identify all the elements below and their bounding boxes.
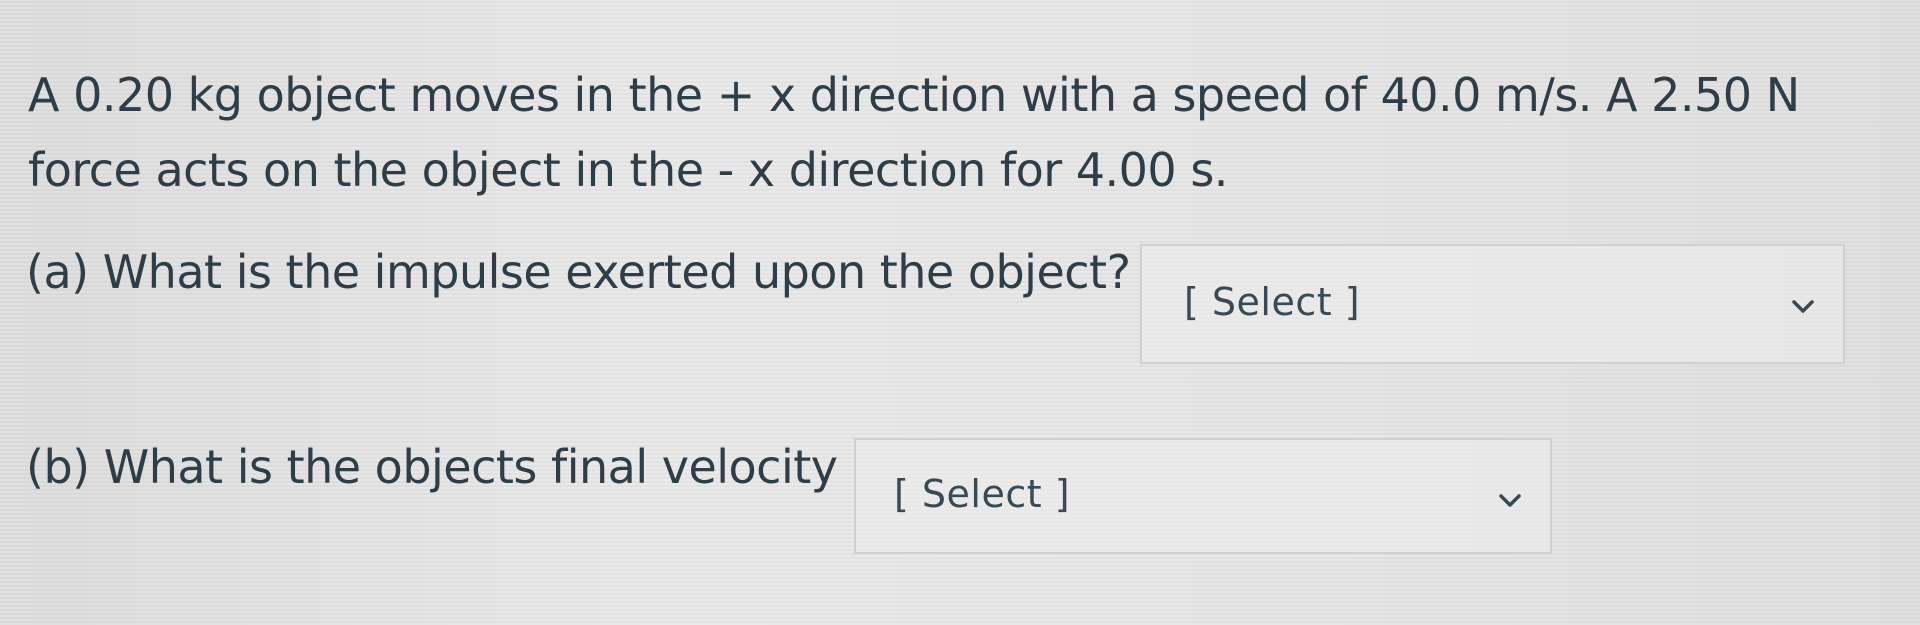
part-b-label: (b) What is the objects final velocity	[26, 440, 838, 494]
part-b-answer-select[interactable]: [ Select ]	[854, 438, 1552, 554]
part-a-answer-select[interactable]: [ Select ]	[1140, 244, 1845, 364]
part-a-row: (a) What is the impulse exerted upon the…	[26, 245, 1131, 299]
chevron-down-icon	[1499, 494, 1521, 507]
part-a-label: (a) What is the impulse exerted upon the…	[26, 245, 1131, 299]
chevron-down-icon	[1792, 300, 1814, 313]
part-a-select-value: [ Select ]	[1184, 280, 1361, 324]
question-line-2: force acts on the object in the - x dire…	[28, 143, 1228, 197]
question-line-1: A 0.20 kg object moves in the + x direct…	[28, 68, 1800, 122]
question-prompt: A 0.20 kg object moves in the + x direct…	[28, 58, 1848, 208]
part-b-select-value: [ Select ]	[894, 472, 1071, 516]
quiz-question-screen: A 0.20 kg object moves in the + x direct…	[0, 0, 1920, 625]
part-b-row: (b) What is the objects final velocity	[26, 440, 838, 494]
